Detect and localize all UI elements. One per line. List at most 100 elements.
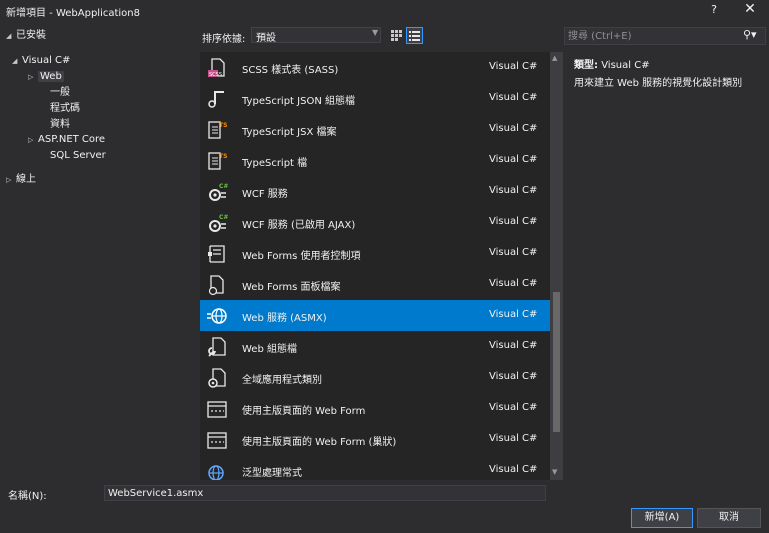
tree-item[interactable]: ▷ ASP.NET Core bbox=[28, 132, 105, 148]
search-input[interactable] bbox=[568, 29, 738, 43]
master-page-form-icon bbox=[206, 398, 228, 420]
tree-item[interactable]: ◢ 已安裝 bbox=[6, 28, 46, 44]
grid-view-button[interactable] bbox=[388, 27, 404, 43]
list-view-button[interactable] bbox=[406, 27, 423, 44]
add-button[interactable]: 新增(A) bbox=[631, 508, 693, 528]
template-language: Visual C# bbox=[489, 61, 538, 72]
category-tree: ◢ 已安裝 ◢ Visual C# ▷ Web 一般 程式碼 資料 ▷ ASP.NET Core SQ… bbox=[0, 24, 198, 480]
svg-text:C#: C# bbox=[219, 214, 228, 221]
web-config-icon bbox=[206, 336, 228, 358]
sort-label: 排序依據: bbox=[202, 34, 246, 45]
template-item[interactable]: 使用主版頁面的 Web Form Visual C# bbox=[200, 393, 550, 424]
template-name: Web Forms 面板檔案 bbox=[242, 282, 341, 293]
template-language: Visual C# bbox=[489, 185, 538, 196]
tree-item-label: ASP.NET Core bbox=[38, 134, 106, 145]
user-control-icon bbox=[206, 243, 228, 265]
tree-item[interactable]: 一般 bbox=[40, 85, 70, 101]
nested-master-form-icon bbox=[206, 429, 228, 451]
window-title: 新增項目 - WebApplication8 bbox=[6, 8, 141, 19]
expanded-arrow-icon[interactable]: ◢ bbox=[12, 53, 22, 69]
sort-dropdown[interactable]: 預設 ▼ bbox=[251, 27, 381, 44]
grid-view-icon bbox=[391, 30, 402, 41]
help-button[interactable]: ? bbox=[706, 3, 722, 19]
template-language: Visual C# bbox=[489, 247, 538, 258]
name-input[interactable] bbox=[108, 486, 538, 500]
chevron-down-icon: ▼ bbox=[372, 28, 379, 37]
generic-handler-icon bbox=[206, 460, 228, 480]
tree-item-label: 資料 bbox=[50, 119, 70, 130]
svg-text:TS: TS bbox=[219, 122, 227, 129]
sort-toolbar: 排序依據: 預設 ▼ bbox=[202, 26, 548, 46]
template-list: SCSS SCSS 樣式表 (SASS) Visual C# TypeScript J… bbox=[200, 52, 550, 480]
template-name: TypeScript JSON 組態檔 bbox=[242, 96, 355, 107]
template-item[interactable]: Web 組態檔 Visual C# bbox=[200, 331, 550, 362]
scss-file-icon: SCSS bbox=[206, 57, 228, 79]
search-box[interactable]: ⚲▾ bbox=[564, 27, 766, 45]
template-item[interactable]: TypeScript JSON 組態檔 Visual C# bbox=[200, 83, 550, 114]
template-name: Web 組態檔 bbox=[242, 344, 297, 355]
template-name: WCF 服務 bbox=[242, 189, 288, 200]
typescript-jsx-icon: TS bbox=[206, 119, 228, 141]
template-language: Visual C# bbox=[489, 154, 538, 165]
scroll-down-icon[interactable]: ▼ bbox=[552, 468, 557, 476]
template-language: Visual C# bbox=[489, 433, 538, 444]
tree-item-label: 已安裝 bbox=[16, 30, 46, 41]
template-item[interactable]: SCSS SCSS 樣式表 (SASS) Visual C# bbox=[200, 52, 550, 83]
tree-item-label: SQL Server bbox=[50, 150, 106, 161]
template-name: TypeScript 檔 bbox=[242, 158, 308, 169]
template-item[interactable]: 泛型處理常式 Visual C# bbox=[200, 455, 550, 480]
svg-text:TS: TS bbox=[219, 153, 227, 160]
template-language: Visual C# bbox=[489, 123, 538, 134]
template-name: TypeScript JSX 檔案 bbox=[242, 127, 337, 138]
list-scrollbar[interactable]: ▲ ▼ bbox=[550, 52, 563, 480]
tree-item-label: Visual C# bbox=[22, 55, 71, 66]
template-language: Visual C# bbox=[489, 309, 538, 320]
close-button[interactable]: ✕ bbox=[740, 1, 760, 19]
scroll-thumb[interactable] bbox=[553, 292, 560, 432]
template-name: 泛型處理常式 bbox=[242, 468, 302, 479]
template-name: Web Forms 使用者控制項 bbox=[242, 251, 361, 262]
web-service-icon bbox=[206, 305, 228, 327]
type-label: 類型: bbox=[574, 60, 598, 71]
template-item[interactable]: TS TypeScript JSX 檔案 Visual C# bbox=[200, 114, 550, 145]
type-row: 類型: Visual C# bbox=[574, 56, 650, 71]
template-name: Web 服務 (ASMX) bbox=[242, 313, 327, 324]
template-item[interactable]: Web Forms 使用者控制項 Visual C# bbox=[200, 238, 550, 269]
svg-text:SCSS: SCSS bbox=[209, 72, 222, 78]
tree-item-label: Web bbox=[38, 71, 64, 82]
tree-item[interactable]: SQL Server bbox=[40, 148, 106, 164]
collapsed-arrow-icon[interactable]: ▷ bbox=[28, 69, 38, 85]
template-item[interactable]: Web 服務 (ASMX) Visual C# bbox=[200, 300, 550, 331]
template-item[interactable]: 使用主版頁面的 Web Form (巢狀) Visual C# bbox=[200, 424, 550, 455]
name-field[interactable] bbox=[104, 485, 546, 501]
global-class-icon bbox=[206, 367, 228, 389]
search-icon[interactable]: ⚲▾ bbox=[743, 28, 757, 41]
template-name: 使用主版頁面的 Web Form bbox=[242, 406, 366, 417]
tree-item[interactable]: ▷ Web bbox=[28, 69, 64, 85]
collapsed-arrow-icon[interactable]: ▷ bbox=[6, 172, 16, 188]
template-language: Visual C# bbox=[489, 371, 538, 382]
scroll-up-icon[interactable]: ▲ bbox=[552, 54, 557, 62]
tree-item[interactable]: ◢ Visual C# bbox=[12, 53, 70, 69]
expanded-arrow-icon[interactable]: ◢ bbox=[6, 28, 16, 44]
tree-item[interactable]: 程式碼 bbox=[40, 101, 80, 117]
skin-file-icon bbox=[206, 274, 228, 296]
template-item[interactable]: Web Forms 面板檔案 Visual C# bbox=[200, 269, 550, 300]
template-name: SCSS 樣式表 (SASS) bbox=[242, 65, 339, 76]
template-name: 全域應用程式類別 bbox=[242, 375, 322, 386]
template-description: 用來建立 Web 服務的視覺化設計類別 bbox=[574, 78, 743, 89]
template-item[interactable]: 全域應用程式類別 Visual C# bbox=[200, 362, 550, 393]
tree-item[interactable]: 資料 bbox=[40, 117, 70, 133]
template-item[interactable]: C# WCF 服務 Visual C# bbox=[200, 176, 550, 207]
name-label: 名稱(N): bbox=[8, 491, 47, 502]
template-name: 使用主版頁面的 Web Form (巢狀) bbox=[242, 437, 397, 448]
collapsed-arrow-icon[interactable]: ▷ bbox=[28, 132, 38, 148]
tree-item-label: 線上 bbox=[16, 174, 36, 185]
template-item[interactable]: TS TypeScript 檔 Visual C# bbox=[200, 145, 550, 176]
tree-item[interactable]: ▷ 線上 bbox=[6, 172, 36, 188]
cancel-button[interactable]: 取消 bbox=[697, 508, 761, 528]
typescript-file-icon: TS bbox=[206, 150, 228, 172]
template-item[interactable]: C# WCF 服務 (已啟用 AJAX) Visual C# bbox=[200, 207, 550, 238]
template-language: Visual C# bbox=[489, 464, 538, 475]
template-language: Visual C# bbox=[489, 92, 538, 103]
